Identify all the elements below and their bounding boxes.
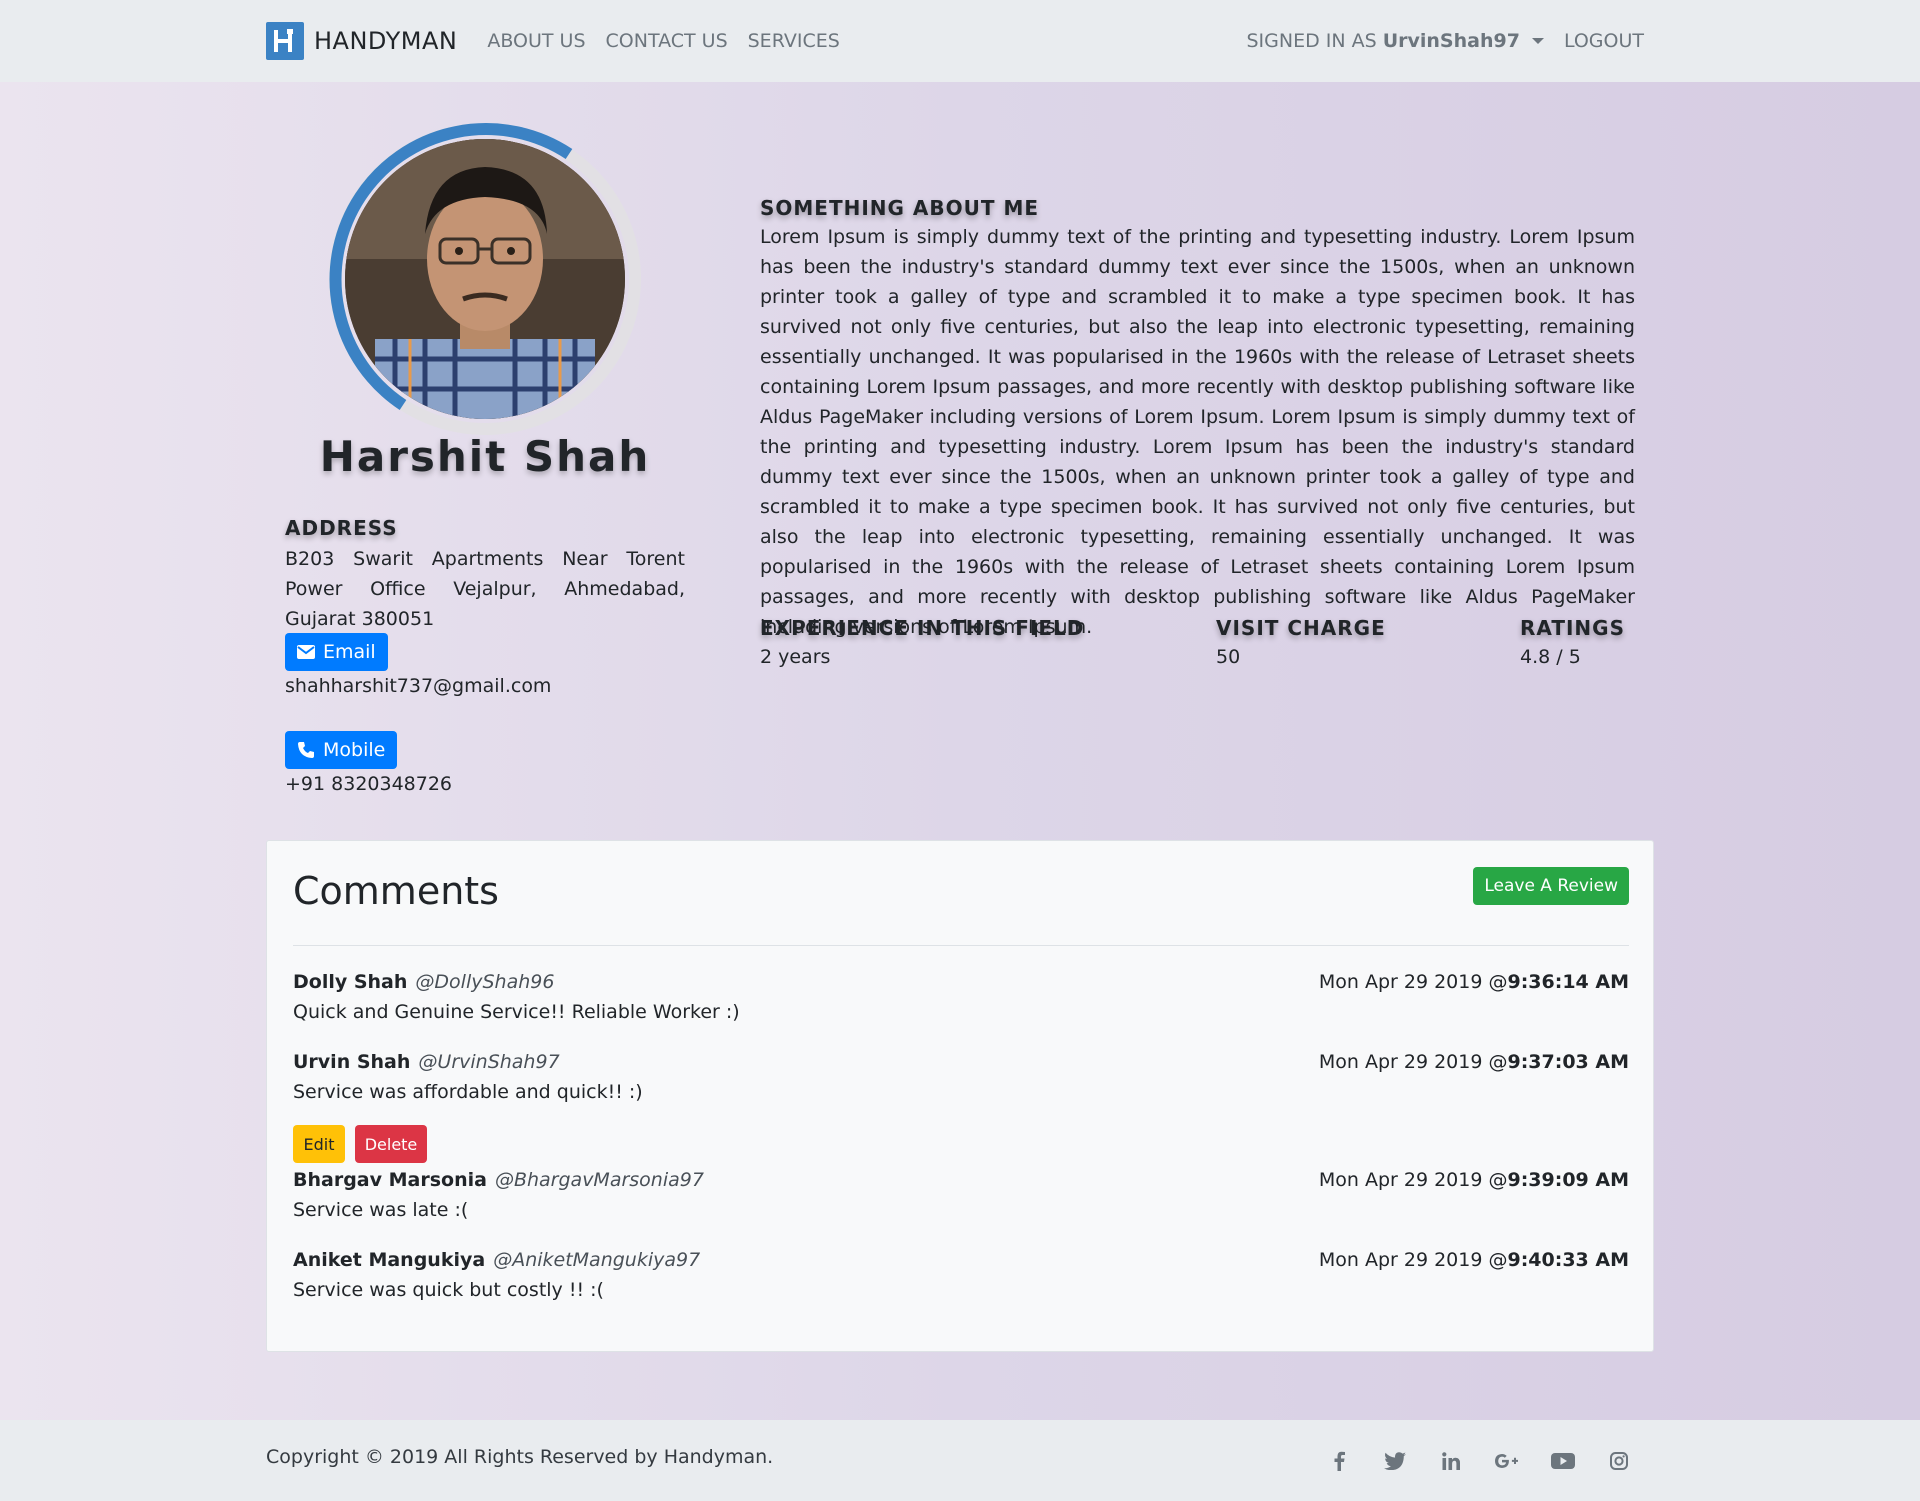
facebook-icon[interactable]: [1324, 1448, 1354, 1474]
comment-author: Bhargav Marsonia: [293, 1169, 487, 1191]
leave-review-button[interactable]: Leave A Review: [1473, 867, 1629, 905]
instagram-icon[interactable]: [1604, 1448, 1634, 1474]
nav-services[interactable]: SERVICES: [748, 30, 840, 52]
comment-author: Urvin Shah: [293, 1051, 411, 1073]
visit-charge-value: 50: [1216, 646, 1241, 668]
comment-date: Mon Apr 29 2019 @9:36:14 AM: [1318, 971, 1629, 993]
nav-about-us[interactable]: ABOUT US: [487, 30, 585, 52]
comment-text: Service was quick but costly !! :(: [293, 1279, 604, 1301]
brand[interactable]: HANDYMAN: [266, 22, 457, 60]
twitter-icon[interactable]: [1380, 1448, 1410, 1474]
comment-text: Service was affordable and quick!! :): [293, 1081, 643, 1103]
address-heading: ADDRESS: [285, 516, 398, 540]
divider: [293, 945, 1629, 946]
comment-item: Aniket Mangukiya @AniketMangukiya97 Mon …: [293, 1245, 1629, 1305]
phone-icon: [298, 742, 314, 758]
comment-item: Urvin Shah @UrvinShah97 Mon Apr 29 2019 …: [293, 1047, 1629, 1107]
stats-row: EXPERIENCE IN THIS FIELD 2 years VISIT C…: [760, 616, 1635, 676]
copyright-text: Copyright © 2019 All Rights Reserved by …: [266, 1446, 774, 1468]
ratings-label: RATINGS: [1520, 616, 1625, 640]
comment-item: Dolly Shah @DollyShah96 Mon Apr 29 2019 …: [293, 967, 1629, 1027]
footer: Copyright © 2019 All Rights Reserved by …: [0, 1420, 1920, 1501]
edit-comment-button[interactable]: Edit: [293, 1125, 345, 1163]
logout-link[interactable]: LOGOUT: [1564, 30, 1644, 52]
mobile-button[interactable]: Mobile: [285, 731, 398, 769]
address-text: B203 Swarit Apartments Near Torent Power…: [285, 548, 685, 630]
comments-card: Comments Leave A Review Dolly Shah @Doll…: [266, 840, 1654, 1352]
wrench-logo-icon: [266, 22, 304, 60]
delete-comment-button[interactable]: Delete: [355, 1125, 427, 1163]
stat-visit-charge: VISIT CHARGE 50: [1216, 616, 1386, 668]
comment-handle: @UrvinShah97: [418, 1051, 560, 1073]
experience-value: 2 years: [760, 646, 831, 668]
linkedin-icon[interactable]: [1436, 1448, 1466, 1474]
comment-handle: @AniketMangukiya97: [493, 1249, 701, 1271]
about-heading: SOMETHING ABOUT ME: [760, 196, 1040, 220]
visit-charge-label: VISIT CHARGE: [1216, 616, 1386, 640]
email-button[interactable]: Email: [285, 633, 388, 671]
google-plus-icon[interactable]: [1492, 1448, 1522, 1474]
about-text: Lorem Ipsum is simply dummy text of the …: [760, 226, 1635, 638]
user-menu-dropdown[interactable]: SIGNED IN AS UrvinShah97: [1247, 30, 1544, 52]
comment-text: Quick and Genuine Service!! Reliable Wor…: [293, 1001, 740, 1023]
comment-handle: @BhargavMarsonia97: [494, 1169, 704, 1191]
envelope-icon: [297, 645, 315, 659]
brand-name: HANDYMAN: [314, 27, 458, 55]
comment-date: Mon Apr 29 2019 @9:39:09 AM: [1318, 1169, 1629, 1191]
comment-item: Bhargav Marsonia @BhargavMarsonia97 Mon …: [293, 1165, 1629, 1225]
avatar: [328, 122, 642, 436]
signed-in-user: UrvinShah97: [1382, 30, 1520, 52]
caret-down-icon: [1531, 38, 1544, 44]
email-value: shahharshit737@gmail.com: [285, 675, 552, 697]
ratings-value: 4.8 / 5: [1520, 646, 1581, 668]
comment-handle: @DollyShah96: [415, 971, 555, 993]
address-section: ADDRESS B203 Swarit Apartments Near Tore…: [285, 516, 685, 634]
comments-title: Comments: [293, 869, 499, 913]
mobile-button-label: Mobile: [323, 739, 386, 761]
youtube-icon[interactable]: [1548, 1448, 1578, 1474]
comment-date: Mon Apr 29 2019 @9:40:33 AM: [1318, 1249, 1629, 1271]
experience-label: EXPERIENCE IN THIS FIELD: [760, 616, 1085, 640]
about-section: SOMETHING ABOUT ME Lorem Ipsum is simply…: [760, 196, 1635, 642]
signed-in-prefix: SIGNED IN AS: [1246, 30, 1377, 52]
navbar: HANDYMAN ABOUT US CONTACT US SERVICES SI…: [0, 0, 1920, 82]
comment-author: Dolly Shah: [293, 971, 408, 993]
profile-photo: [345, 139, 625, 419]
profile-name: Harshit Shah: [319, 432, 651, 481]
stat-ratings: RATINGS 4.8 / 5: [1520, 616, 1625, 668]
mobile-value: +91 8320348726: [285, 773, 453, 795]
comment-text: Service was late :(: [293, 1199, 469, 1221]
comment-date: Mon Apr 29 2019 @9:37:03 AM: [1318, 1051, 1629, 1073]
stat-experience: EXPERIENCE IN THIS FIELD 2 years: [760, 616, 1084, 668]
email-button-label: Email: [323, 641, 376, 663]
comment-author: Aniket Mangukiya: [293, 1249, 486, 1271]
social-links: [1324, 1448, 1634, 1474]
nav-contact-us[interactable]: CONTACT US: [606, 30, 728, 52]
